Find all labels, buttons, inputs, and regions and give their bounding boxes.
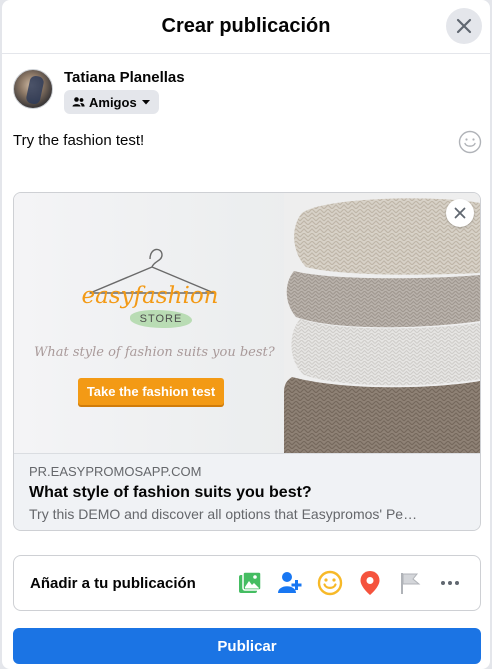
brand-name: easyfashion <box>81 283 219 309</box>
link-description: Try this DEMO and discover all options t… <box>29 506 418 522</box>
check-in-button[interactable] <box>356 569 384 597</box>
friends-icon <box>72 97 85 107</box>
audience-selector[interactable]: Amigos <box>64 90 159 114</box>
publish-button[interactable]: Publicar <box>13 628 481 664</box>
caret-down-icon <box>141 100 150 105</box>
flag-icon <box>401 573 421 594</box>
audience-label: Amigos <box>89 94 137 110</box>
link-preview-meta: PR.EASYPROMOSAPP.COM What style of fashi… <box>14 453 480 530</box>
photo-video-button[interactable] <box>236 569 264 597</box>
tag-people-icon <box>278 572 302 593</box>
store-label: STORE <box>130 310 192 328</box>
more-icon <box>441 581 459 585</box>
close-button[interactable] <box>446 8 482 44</box>
image-question: What style of fashion suits you best? <box>34 345 275 360</box>
add-to-post-bar: Añadir a tu publicación <box>13 555 481 611</box>
remove-preview-button[interactable] <box>446 199 474 227</box>
create-post-dialog: Crear publicación Tatiana Planellas Amig… <box>2 0 490 669</box>
feeling-button[interactable] <box>316 569 344 597</box>
sweaters-photo <box>284 193 480 453</box>
close-icon <box>454 207 466 219</box>
link-preview-image: easyfashion STORE What style of fashion … <box>14 193 480 453</box>
post-text-input[interactable]: Try the fashion test! <box>13 132 144 149</box>
link-title: What style of fashion suits you best? <box>29 484 312 501</box>
more-options-button[interactable] <box>436 569 464 597</box>
check-in-icon <box>360 571 380 595</box>
avatar[interactable] <box>13 69 53 109</box>
smiley-icon <box>458 130 482 154</box>
emoji-button[interactable] <box>458 130 482 154</box>
feeling-icon <box>317 570 343 596</box>
link-domain: PR.EASYPROMOSAPP.COM <box>29 464 202 479</box>
link-preview-card[interactable]: easyfashion STORE What style of fashion … <box>13 192 481 531</box>
dialog-header: Crear publicación <box>2 0 490 54</box>
fashion-test-cta: Take the fashion test <box>78 378 224 405</box>
author-row: Tatiana Planellas Amigos <box>13 69 185 114</box>
add-to-post-label: Añadir a tu publicación <box>30 574 196 592</box>
author-name: Tatiana Planellas <box>64 69 185 86</box>
flag-button[interactable] <box>396 569 424 597</box>
tag-people-button[interactable] <box>276 569 304 597</box>
close-icon <box>456 18 472 34</box>
photo-video-icon <box>239 571 262 593</box>
dialog-title: Crear publicación <box>161 15 331 37</box>
